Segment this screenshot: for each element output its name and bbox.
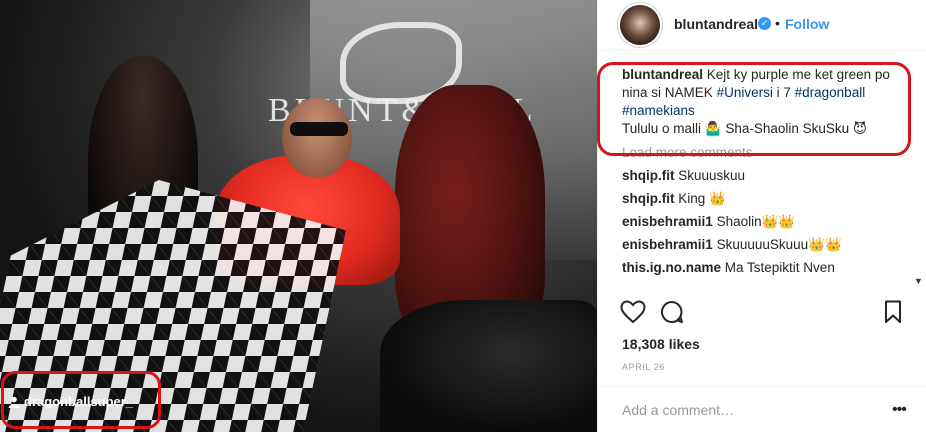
follow-button[interactable]: Follow xyxy=(785,16,829,32)
post-header: bluntandreal ✓ • Follow xyxy=(598,0,926,51)
comment-item: enisbehramii1 Shaolin👑👑 xyxy=(622,213,910,231)
verified-badge-icon: ✓ xyxy=(758,17,771,30)
comment-username[interactable]: enisbehramii1 xyxy=(622,237,713,252)
comment-text: Skuuuskuu xyxy=(678,168,746,183)
add-comment-input[interactable] xyxy=(620,401,874,419)
post-photo[interactable]: BLUNT&REAL dragonballsuper_ xyxy=(0,0,597,432)
comment-item: enisbehramii1 SkuuuuuSkuuu👑👑 xyxy=(622,236,910,254)
avatar[interactable] xyxy=(620,5,660,45)
comment-bubble-icon[interactable] xyxy=(660,300,684,329)
comment-item: shqip.fit Skuuuskuu xyxy=(622,167,910,185)
header-username[interactable]: bluntandreal xyxy=(674,16,758,32)
highlight-oval-caption xyxy=(597,62,911,156)
comment-username[interactable]: shqip.fit xyxy=(622,168,675,183)
save-bookmark-icon[interactable] xyxy=(884,300,902,329)
scroll-down-icon[interactable]: ▼ xyxy=(914,276,923,286)
comment-text: Shaolin👑👑 xyxy=(716,214,796,229)
likes-count[interactable]: 18,308 likes xyxy=(622,336,700,352)
person-center-head xyxy=(282,98,352,178)
like-heart-icon[interactable] xyxy=(620,300,646,329)
comment-username[interactable]: enisbehramii1 xyxy=(622,214,713,229)
more-options-button[interactable]: ••• xyxy=(892,401,907,419)
comment-text: Ma Tstepiktit Nven xyxy=(724,260,835,275)
header-separator: • xyxy=(775,15,780,31)
sunglasses xyxy=(290,122,348,136)
comment-username[interactable]: this.ig.no.name xyxy=(622,260,721,275)
comment-text: King 👑 xyxy=(678,191,726,206)
person-leg xyxy=(380,300,597,432)
comment-item: this.ig.no.name Ma Tstepiktit Nven xyxy=(622,259,910,277)
highlight-oval-tag xyxy=(1,371,161,429)
add-comment-bar: ••• xyxy=(598,386,926,433)
post-actions xyxy=(620,300,910,330)
comment-username[interactable]: shqip.fit xyxy=(622,191,675,206)
post-date: APRIL 26 xyxy=(622,362,665,372)
comment-text: SkuuuuuSkuuu👑👑 xyxy=(716,237,842,252)
comment-item: shqip.fit King 👑 xyxy=(622,190,910,208)
